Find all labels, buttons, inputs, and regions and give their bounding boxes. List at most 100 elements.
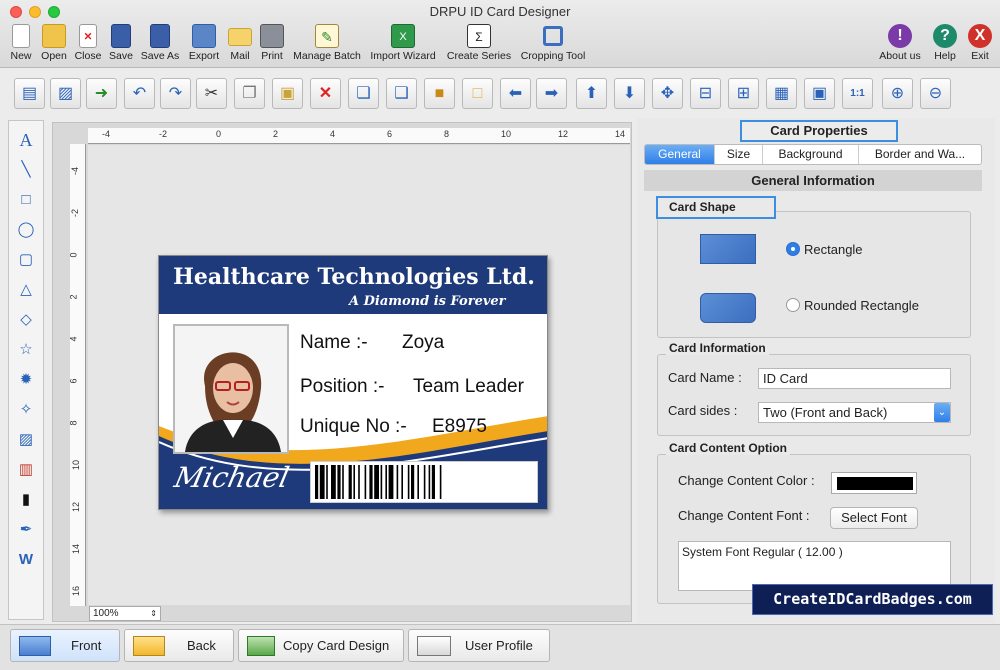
- triangle-tool-icon[interactable]: △: [13, 277, 39, 303]
- star-tool-icon[interactable]: ☆: [13, 337, 39, 363]
- text-tool-icon[interactable]: A: [13, 127, 39, 153]
- burst-tool-icon[interactable]: ✹: [13, 367, 39, 393]
- select-font-button[interactable]: Select Font: [830, 507, 918, 529]
- save-as-button[interactable]: Save As: [138, 24, 182, 66]
- rectangle-radio[interactable]: [786, 242, 800, 256]
- help-button[interactable]: ? Help: [930, 24, 960, 66]
- new-doc-icon: [12, 24, 30, 48]
- close-button[interactable]: ✕ Close: [72, 24, 104, 66]
- redo-button[interactable]: ↷: [160, 78, 191, 109]
- card-name-row[interactable]: Name :- Zoya: [300, 332, 444, 354]
- save-button[interactable]: Save: [106, 24, 136, 66]
- move-right-button[interactable]: ➡: [536, 78, 567, 109]
- line-tool-icon[interactable]: ╲: [13, 157, 39, 183]
- zoom-in-button[interactable]: ⊕: [882, 78, 913, 109]
- send-back-button[interactable]: ❑: [386, 78, 417, 109]
- card-position-row[interactable]: Position :- Team Leader: [300, 376, 524, 398]
- picture-tool-icon[interactable]: ▨: [13, 427, 39, 453]
- card-photo[interactable]: [173, 324, 289, 454]
- unlock-button[interactable]: □: [462, 78, 493, 109]
- image-button[interactable]: ▨: [50, 78, 81, 109]
- tab-general[interactable]: General: [645, 145, 715, 164]
- align-horizontal-button[interactable]: ⊟: [690, 78, 721, 109]
- properties-button[interactable]: ▤: [14, 78, 45, 109]
- person-photo-icon: [175, 326, 287, 452]
- fit-page-button[interactable]: ▣: [804, 78, 835, 109]
- new-button[interactable]: New: [6, 24, 36, 66]
- lock-button[interactable]: ■: [424, 78, 455, 109]
- exit-button[interactable]: X Exit: [965, 24, 995, 66]
- barcode-bar: [401, 465, 403, 499]
- copy-card-design-button[interactable]: Copy Card Design: [238, 629, 404, 662]
- rounded-rectangle-shape-preview[interactable]: [700, 293, 756, 323]
- create-series-button[interactable]: Σ Create Series: [444, 24, 514, 66]
- library-tool-icon[interactable]: ▥: [13, 457, 39, 483]
- ruler-tick-label: 6: [68, 378, 79, 384]
- sparkle-tool-icon[interactable]: ✧: [13, 397, 39, 423]
- rounded-rectangle-tool-icon[interactable]: ▢: [13, 247, 39, 273]
- zoom-select[interactable]: 100% ⇕: [89, 606, 161, 621]
- signature-tool-icon[interactable]: ✒: [13, 517, 39, 543]
- zoom-out-button[interactable]: ⊖: [920, 78, 951, 109]
- create-series-icon: Σ: [467, 24, 491, 48]
- open-button[interactable]: Open: [38, 24, 70, 66]
- move-down-button[interactable]: ⬇: [614, 78, 645, 109]
- diamond-tool-icon[interactable]: ◇: [13, 307, 39, 333]
- watermark-tool-icon[interactable]: W: [13, 547, 39, 573]
- import-wizard-button[interactable]: X Import Wizard: [368, 24, 438, 66]
- grid-button[interactable]: ▦: [766, 78, 797, 109]
- content-color-picker[interactable]: [831, 472, 917, 494]
- send-back-icon: ❑: [394, 85, 409, 102]
- card-unique-row[interactable]: Unique No :- E8975: [300, 416, 487, 438]
- general-information-header: General Information: [644, 170, 982, 191]
- arrow-up-icon: ⬆: [584, 85, 599, 102]
- delete-button[interactable]: ✕: [310, 78, 341, 109]
- undo-button[interactable]: ↶: [124, 78, 155, 109]
- rounded-rectangle-radio[interactable]: [786, 298, 800, 312]
- user-profile-button[interactable]: User Profile: [408, 629, 550, 662]
- tab-size[interactable]: Size: [715, 145, 763, 164]
- manage-batch-button[interactable]: ✎ Manage Batch: [290, 24, 364, 66]
- center-button[interactable]: ✥: [652, 78, 683, 109]
- copy-button[interactable]: ❐: [234, 78, 265, 109]
- window-title: DRPU ID Card Designer: [429, 4, 571, 19]
- bring-front-button[interactable]: ❏: [348, 78, 379, 109]
- align-vertical-button[interactable]: ⊞: [728, 78, 759, 109]
- card-position-label: Position :-: [300, 376, 385, 397]
- barcode-bar: [319, 465, 325, 499]
- back-button[interactable]: Back: [124, 629, 234, 662]
- export-image-button[interactable]: ➜: [86, 78, 117, 109]
- paste-icon: ▣: [279, 85, 296, 102]
- about-us-button[interactable]: ! About us: [876, 24, 924, 66]
- export-button[interactable]: Export: [186, 24, 222, 66]
- card-name-input[interactable]: ID Card: [758, 368, 951, 389]
- ruler-tick-label: 2: [68, 294, 79, 300]
- ruler-tick-label: 12: [558, 129, 569, 139]
- card-signature[interactable]: Michael: [171, 461, 292, 494]
- id-card-preview[interactable]: Healthcare Technologies Ltd. A Diamond i…: [158, 255, 548, 510]
- ruler-tick-label: 4: [68, 336, 79, 342]
- barcode-tool-icon[interactable]: ▮: [13, 487, 39, 513]
- card-sides-select[interactable]: Two (Front and Back) ⌄: [758, 402, 951, 423]
- rounded-rectangle-radio-label[interactable]: Rounded Rectangle: [804, 298, 919, 313]
- move-up-button[interactable]: ⬆: [576, 78, 607, 109]
- card-tagline[interactable]: A Diamond is Forever: [349, 294, 506, 309]
- actual-size-button[interactable]: 1:1: [842, 78, 873, 109]
- rectangle-tool-icon[interactable]: □: [13, 187, 39, 213]
- tab-background[interactable]: Background: [763, 145, 859, 164]
- ellipse-tool-icon[interactable]: ◯: [13, 217, 39, 243]
- rectangle-radio-label[interactable]: Rectangle: [804, 242, 863, 257]
- tab-border-watermark[interactable]: Border and Wa...: [859, 145, 981, 164]
- front-button[interactable]: Front: [10, 629, 120, 662]
- cut-button[interactable]: ✂: [196, 78, 227, 109]
- paste-button[interactable]: ▣: [272, 78, 303, 109]
- mail-button[interactable]: Mail: [226, 24, 254, 66]
- cropping-tool-button[interactable]: Cropping Tool: [518, 24, 588, 66]
- card-barcode[interactable]: [310, 461, 538, 503]
- card-company-name[interactable]: Healthcare Technologies Ltd.: [159, 264, 547, 290]
- rectangle-shape-preview[interactable]: [700, 234, 756, 264]
- redo-icon: ↷: [168, 85, 183, 102]
- barcode-bar: [385, 465, 387, 499]
- print-button[interactable]: Print: [258, 24, 286, 66]
- move-left-button[interactable]: ⬅: [500, 78, 531, 109]
